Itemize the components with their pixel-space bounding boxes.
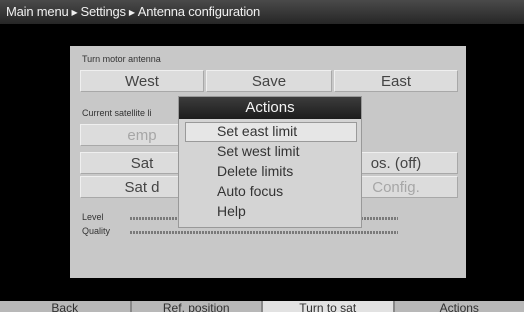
breadcrumb-settings[interactable]: Settings [80,4,126,19]
quality-meter [130,231,398,234]
quality-label: Quality [82,226,111,236]
level-label: Level [82,212,104,222]
footer-bar: Back Ref. position Turn to sat Actions [0,301,524,312]
breadcrumb-antenna-configuration: Antenna configuration [137,4,261,19]
breadcrumb-separator-icon: ▶ [71,8,78,17]
action-delete-limits[interactable]: Delete limits [217,161,293,181]
action-help[interactable]: Help [217,201,246,221]
action-set-west-limit[interactable]: Set west limit [217,141,299,161]
footer-actions-button[interactable]: Actions [394,301,524,312]
west-button[interactable]: West [80,70,204,92]
action-auto-focus[interactable]: Auto focus [217,181,283,201]
current-satellite-label: Current satellite li [82,108,152,118]
turn-motor-label: Turn motor antenna [82,54,161,64]
breadcrumb-main-menu[interactable]: Main menu [6,4,69,19]
footer-ref-position-button[interactable]: Ref. position [131,301,263,312]
actions-popup-title: Actions [179,97,361,119]
actions-popup: Actions Set east limit Set west limit De… [178,96,362,228]
save-button[interactable]: Save [206,70,332,92]
breadcrumb-separator-icon: ▶ [128,8,135,17]
footer-turn-to-sat-button[interactable]: Turn to sat [263,301,395,312]
action-set-east-limit[interactable]: Set east limit [217,121,297,141]
east-button[interactable]: East [334,70,458,92]
breadcrumb: Main menu ▶ Settings ▶ Antenna configuration [0,0,524,24]
footer-back-button[interactable]: Back [0,301,132,312]
